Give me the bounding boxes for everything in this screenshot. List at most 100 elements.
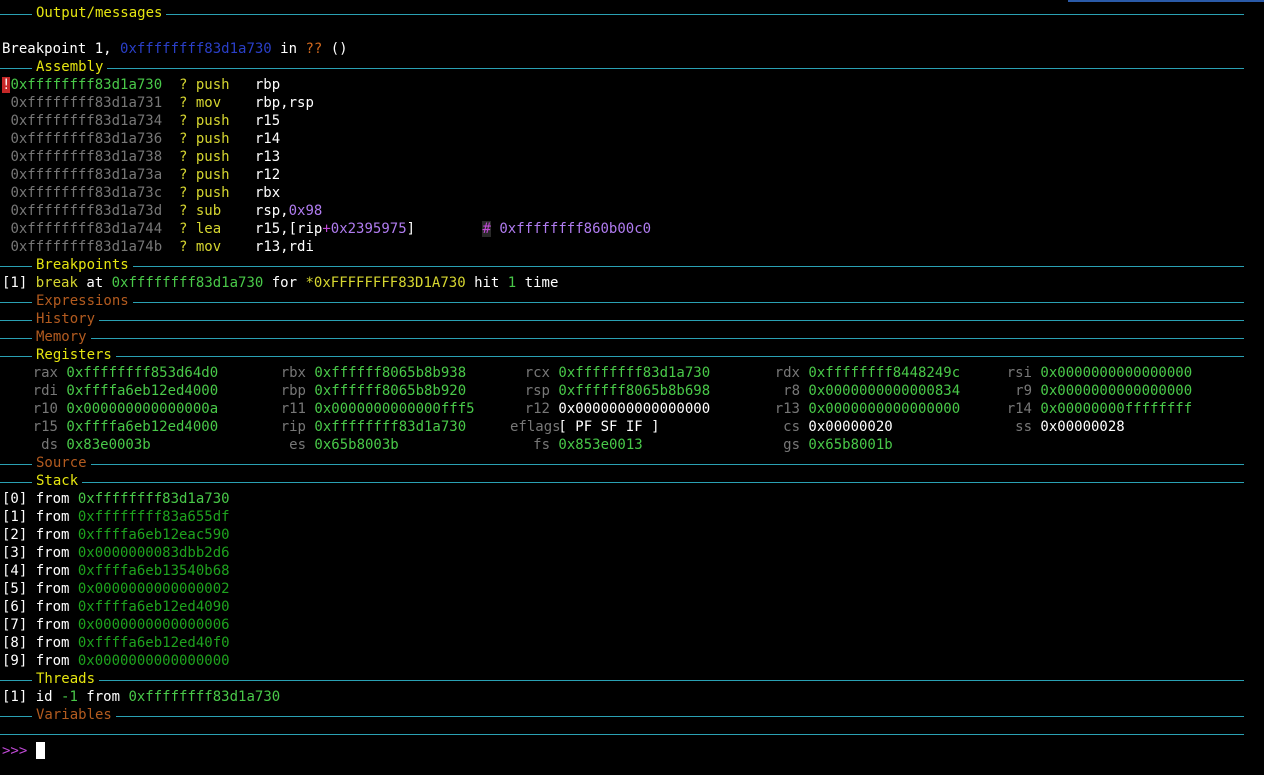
register-rsi[interactable]: rsi 0x0000000000000000: [1002, 364, 1192, 382]
register-r10[interactable]: r10 0x000000000000000a: [28, 400, 218, 418]
section-title-breakpoints: Breakpoints: [32, 256, 133, 274]
register-eflags[interactable]: eflags [ PF SF IF ]: [510, 418, 660, 436]
breakpoint-hit-message: Breakpoint 1, 0xffffffff83d1a730 in ?? (…: [2, 41, 348, 57]
assembly-line[interactable]: !0xffffffff83d1a730 ? push rbp: [2, 76, 280, 94]
assembly-line[interactable]: 0xffffffff83d1a73a ? push r12: [2, 166, 280, 184]
register-value: 0xffffff8065b8b920: [306, 383, 467, 399]
instruction-address: 0xffffffff83d1a734: [10, 113, 163, 129]
register-rbx[interactable]: rbx 0xffffff8065b8b938: [276, 364, 466, 382]
command-prompt[interactable]: >>>: [2, 742, 45, 760]
register-ss[interactable]: ss 0x00000028: [1002, 418, 1125, 436]
register-rcx[interactable]: rcx 0xffffffff83d1a730: [510, 364, 710, 382]
instruction-mnemonic: ? push: [162, 113, 230, 129]
register-name: r12: [524, 401, 550, 417]
stack-frame[interactable]: [2] from 0xffffa6eb12eac590: [2, 526, 230, 544]
assembly-line[interactable]: 0xffffffff83d1a738 ? push r13: [2, 148, 280, 166]
register-rbp[interactable]: rbp 0xffffff8065b8b920: [276, 382, 466, 400]
register-r12[interactable]: r12 0x0000000000000000: [510, 400, 710, 418]
register-cs[interactable]: cs 0x00000020: [770, 418, 893, 436]
assembly-line[interactable]: 0xffffffff83d1a736 ? push r14: [2, 130, 280, 148]
assembly-line[interactable]: 0xffffffff83d1a74b ? mov r13,rdi: [2, 238, 314, 256]
assembly-line[interactable]: 0xffffffff83d1a731 ? mov rbp,rsp: [2, 94, 314, 112]
register-rax[interactable]: rax 0xffffffff853d64d0: [28, 364, 218, 382]
section-header-variables[interactable]: Variables: [0, 706, 1244, 724]
section-header-threads[interactable]: Threads: [0, 670, 1244, 688]
breakpoint-entry[interactable]: [1] break at 0xffffffff83d1a730 for *0xF…: [2, 274, 558, 292]
section-header-source[interactable]: Source: [0, 454, 1244, 472]
register-name: cs: [783, 419, 800, 435]
register-gs[interactable]: gs 0x65b8001b: [770, 436, 893, 454]
stack-frame[interactable]: [0] from 0xffffffff83d1a730: [2, 490, 230, 508]
section-header-history[interactable]: History: [0, 310, 1244, 328]
assembly-line[interactable]: 0xffffffff83d1a734 ? push r15: [2, 112, 280, 130]
instruction-mnemonic: ? mov: [162, 239, 222, 255]
section-header-expressions[interactable]: Expressions: [0, 292, 1244, 310]
register-r13[interactable]: r13 0x0000000000000000: [770, 400, 960, 418]
stack-frame[interactable]: [4] from 0xffffa6eb13540b68: [2, 562, 230, 580]
instruction-mnemonic: ? push: [162, 167, 230, 183]
register-value: 0x0000000000000000: [1032, 383, 1193, 399]
register-value: 0xffffa6eb12ed4000: [58, 419, 219, 435]
instruction-mnemonic: ? push: [162, 185, 230, 201]
frame-index: [5] from: [2, 581, 78, 597]
register-r8[interactable]: r8 0x0000000000000834: [770, 382, 960, 400]
register-value: 0xffffffff8448249c: [800, 365, 961, 381]
instruction-address: 0xffffffff83d1a738: [10, 149, 163, 165]
stack-frame[interactable]: [9] from 0x0000000000000000: [2, 652, 230, 670]
register-name: r9: [1015, 383, 1032, 399]
register-name: r10: [32, 401, 58, 417]
register-name: rcx: [524, 365, 550, 381]
register-name: r15: [32, 419, 58, 435]
hit-address: 0xffffffff83d1a730: [120, 41, 272, 57]
register-value: 0x83e0003b: [58, 437, 151, 453]
section-footer-rule: [0, 724, 1244, 742]
stack-frame[interactable]: [3] from 0x0000000083dbb2d6: [2, 544, 230, 562]
stack-frame[interactable]: [8] from 0xffffa6eb12ed40f0: [2, 634, 230, 652]
register-value: 0x00000020: [800, 419, 893, 435]
register-value: [ PF SF IF ]: [550, 419, 660, 435]
register-name: ss: [1015, 419, 1032, 435]
register-rdx[interactable]: rdx 0xffffffff8448249c: [770, 364, 960, 382]
assembly-line[interactable]: 0xffffffff83d1a73c ? push rbx: [2, 184, 280, 202]
register-r11[interactable]: r11 0x0000000000000fff5: [276, 400, 475, 418]
section-header-registers[interactable]: Registers: [0, 346, 1244, 364]
stack-frame[interactable]: [1] from 0xffffffff83a655df: [2, 508, 230, 526]
section-title-variables: Variables: [32, 706, 116, 724]
stack-frame[interactable]: [5] from 0x0000000000000002: [2, 580, 230, 598]
text-cursor[interactable]: [35, 742, 45, 759]
register-name: rdi: [32, 383, 58, 399]
instruction-operands: r15: [229, 113, 281, 129]
stack-frame[interactable]: [7] from 0x0000000000000006: [2, 616, 230, 634]
instruction-operands: r14: [229, 131, 281, 147]
instruction-operands: rbp,rsp: [221, 95, 314, 111]
register-value: 0xffffff8065b8b698: [550, 383, 711, 399]
section-header-breakpoints[interactable]: Breakpoints: [0, 256, 1244, 274]
register-rip[interactable]: rip 0xffffffff83d1a730: [276, 418, 466, 436]
register-rdi[interactable]: rdi 0xffffa6eb12ed4000: [28, 382, 218, 400]
frame-address: 0xffffffff83d1a730: [77, 491, 230, 507]
register-name: rsi: [1006, 365, 1032, 381]
register-ds[interactable]: ds 0x83e0003b: [28, 436, 151, 454]
section-header-stack[interactable]: Stack: [0, 472, 1244, 490]
register-r14[interactable]: r14 0x00000000ffffffff: [1002, 400, 1192, 418]
register-es[interactable]: es 0x65b8003b: [276, 436, 399, 454]
register-fs[interactable]: fs 0x853e0013: [510, 436, 643, 454]
thread-entry[interactable]: [1] id -1 from 0xffffffff83d1a730: [2, 688, 280, 706]
section-header-memory[interactable]: Memory: [0, 328, 1244, 346]
instruction-address: 0xffffffff83d1a730: [10, 77, 163, 93]
stack-frame[interactable]: [6] from 0xffffa6eb12ed4090: [2, 598, 230, 616]
register-value: 0x853e0013: [550, 437, 643, 453]
register-value: 0xffffffff853d64d0: [58, 365, 219, 381]
instruction-operands: r13,rdi: [221, 239, 314, 255]
register-value: 0x0000000000000fff5: [306, 401, 475, 417]
assembly-line[interactable]: 0xffffffff83d1a73d ? sub rsp,0x98: [2, 202, 322, 220]
register-rsp[interactable]: rsp 0xffffff8065b8b698: [510, 382, 710, 400]
instruction-mnemonic: ? push: [162, 149, 230, 165]
register-r15[interactable]: r15 0xffffa6eb12ed4000: [28, 418, 218, 436]
register-value: 0x0000000000000834: [800, 383, 961, 399]
assembly-line[interactable]: 0xffffffff83d1a744 ? lea r15,[rip+0x2395…: [2, 220, 651, 238]
register-r9[interactable]: r9 0x0000000000000000: [1002, 382, 1192, 400]
instruction-operands: r12: [229, 167, 281, 183]
instruction-mnemonic: ? push: [162, 77, 230, 93]
section-header-assembly[interactable]: Assembly: [0, 58, 1244, 76]
